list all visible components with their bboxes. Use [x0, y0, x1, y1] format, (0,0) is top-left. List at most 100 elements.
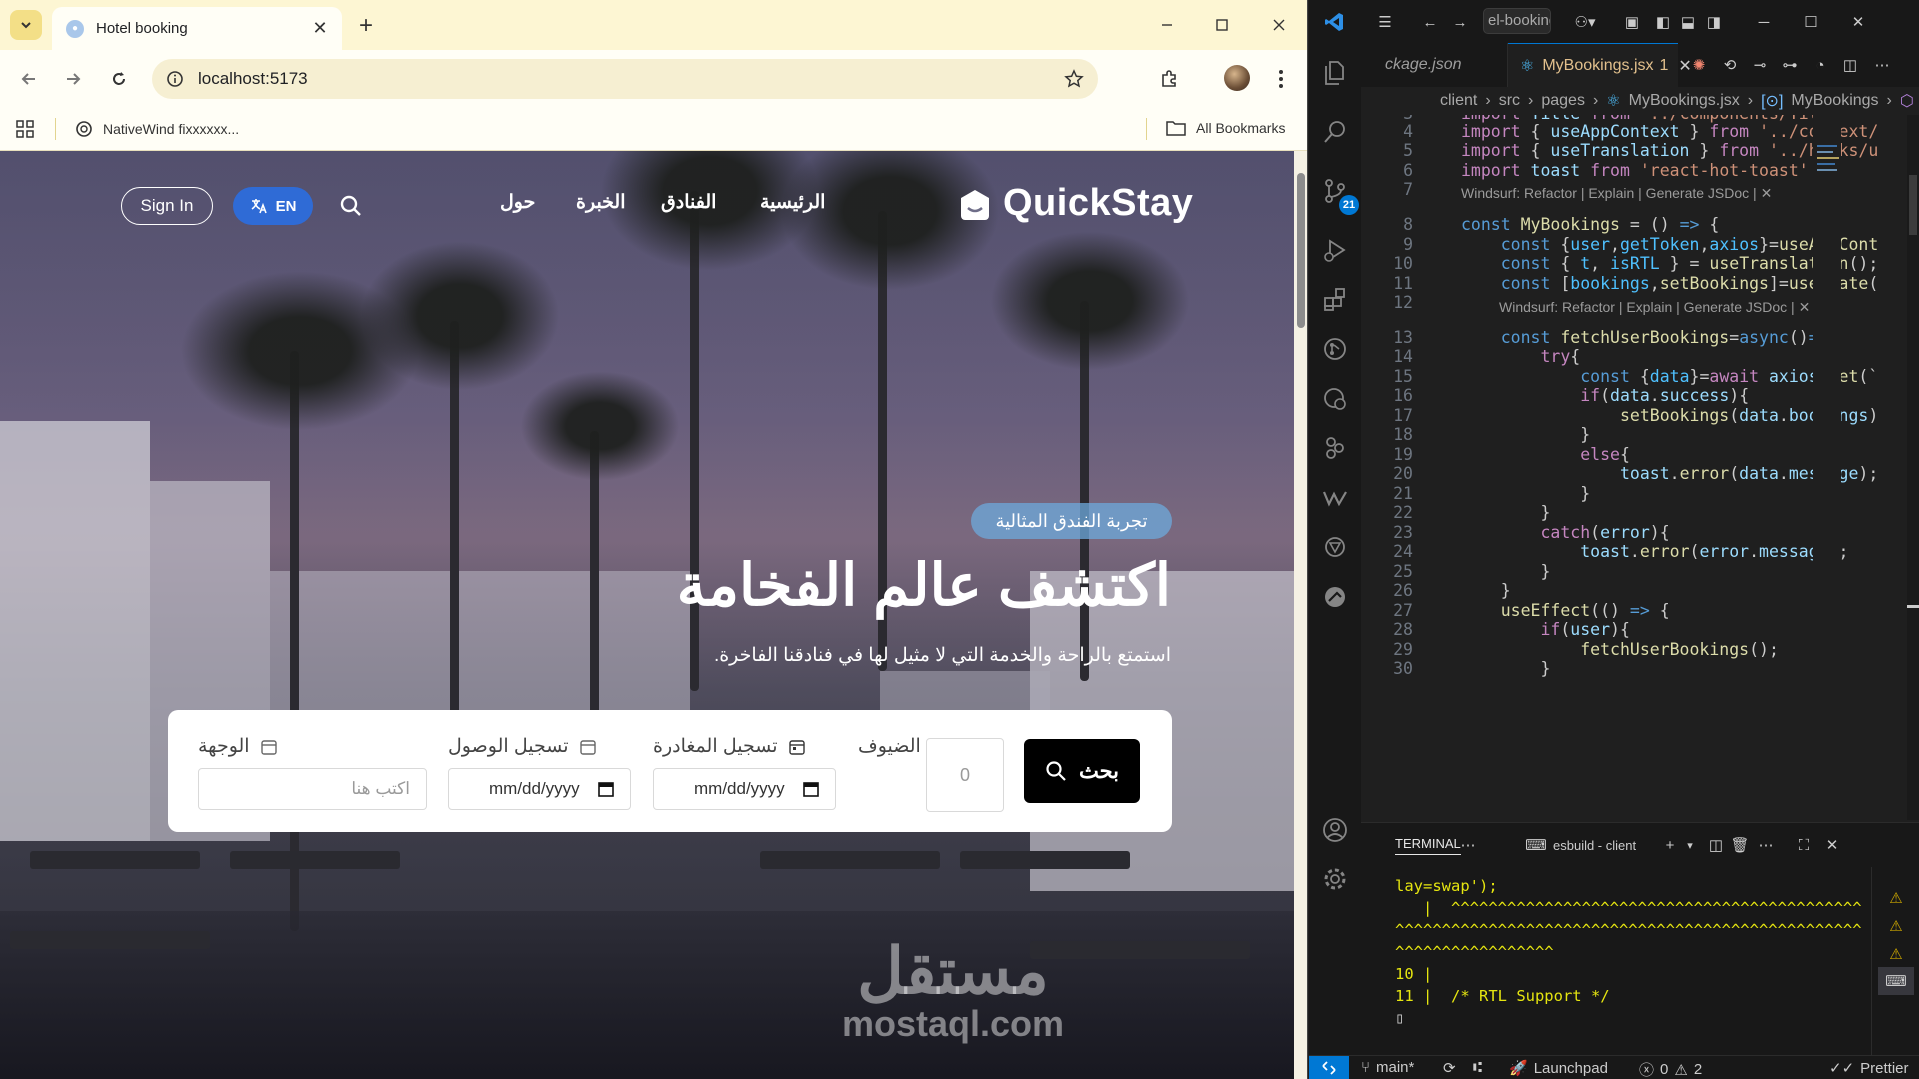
breadcrumb-item[interactable]: MyBookings	[1791, 92, 1878, 110]
warning-icon[interactable]: ⚠	[1885, 915, 1907, 937]
chevron-down-icon[interactable]: ▾	[1679, 834, 1701, 856]
more-actions-icon[interactable]: ⋯	[1871, 54, 1893, 76]
toggle-sidebar-icon[interactable]: ◧	[1652, 11, 1674, 33]
language-toggle-button[interactable]: EN	[233, 187, 313, 225]
trash-icon[interactable]: 🗑	[1729, 834, 1751, 856]
git-graph-icon[interactable]: ⑆	[1473, 1059, 1482, 1076]
remote-explorer-icon[interactable]	[1321, 385, 1349, 413]
more-actions-icon[interactable]: ⋯	[1457, 834, 1479, 856]
more-actions-icon[interactable]: ⋯	[1755, 834, 1777, 856]
browser-tab[interactable]: ● Hotel booking ✕	[52, 7, 342, 50]
previous-change-icon[interactable]: ⊸	[1749, 54, 1771, 76]
new-tab-button[interactable]: +	[352, 12, 380, 40]
sign-in-button[interactable]: Sign In	[121, 187, 213, 225]
run-debug-icon[interactable]	[1321, 236, 1349, 264]
minimize-icon[interactable]: ─	[1753, 11, 1775, 33]
close-panel-icon[interactable]: ✕	[1821, 834, 1843, 856]
database-client-icon[interactable]	[1321, 583, 1349, 611]
back-icon[interactable]	[14, 64, 44, 94]
bookmark-item[interactable]: NativeWind fixxxxxx...	[75, 120, 239, 138]
settings-gear-icon[interactable]	[1321, 865, 1349, 893]
page-scrollbar[interactable]	[1294, 151, 1307, 1079]
new-terminal-icon[interactable]: +	[1659, 834, 1681, 856]
hamburger-menu-icon[interactable]: ☰	[1374, 11, 1396, 33]
toggle-secondary-sidebar-icon[interactable]: ◨	[1703, 11, 1725, 33]
forward-icon[interactable]	[58, 64, 88, 94]
nav-back-icon[interactable]: ←	[1419, 11, 1441, 33]
close-window-icon[interactable]: ✕	[1847, 11, 1869, 33]
explorer-icon[interactable]	[1321, 59, 1349, 87]
nav-link-about[interactable]: حول	[500, 191, 535, 214]
apps-grid-icon[interactable]	[16, 120, 34, 138]
breadcrumb-item[interactable]: pages	[1541, 92, 1585, 110]
site-info-icon[interactable]	[166, 70, 184, 88]
destination-input[interactable]: اكتب هنا	[198, 768, 427, 810]
search-icon[interactable]	[338, 193, 364, 219]
breadcrumb-item[interactable]: client	[1440, 92, 1477, 110]
open-timeline-icon[interactable]: ◔	[1809, 54, 1831, 76]
guests-input[interactable]: 0	[926, 738, 1004, 812]
date-picker-icon[interactable]	[803, 781, 819, 797]
openai-icon[interactable]	[1321, 533, 1349, 561]
toggle-panel-icon[interactable]: ⬓	[1677, 11, 1699, 33]
next-change-icon[interactable]: ⊶	[1779, 54, 1801, 76]
site-logo[interactable]: QuickStay	[957, 182, 1193, 225]
tab-mybookings[interactable]: ⚛ MyBookings.jsx 1 ✕	[1508, 43, 1692, 87]
maximize-panel-icon[interactable]: ⛶	[1793, 834, 1815, 856]
accounts-icon[interactable]	[1321, 816, 1349, 844]
close-window-icon[interactable]	[1262, 10, 1296, 40]
search-icon[interactable]	[1321, 118, 1349, 146]
extensions-icon[interactable]	[1321, 286, 1349, 314]
extensions-icon[interactable]	[1154, 64, 1184, 94]
compare-changes-icon[interactable]: ⟲	[1719, 54, 1741, 76]
windsurf-codelens[interactable]: Windsurf: Refactor | Explain | Generate …	[1499, 299, 1810, 316]
breadcrumb-item[interactable]: src	[1499, 92, 1520, 110]
customize-layout-icon[interactable]: ▣	[1621, 11, 1643, 33]
launchpad[interactable]: 🚀 Launchpad	[1509, 1059, 1608, 1078]
checkin-date-input[interactable]: mm/dd/yyyy	[448, 768, 631, 810]
windsurf-codelens[interactable]: Windsurf: Refactor | Explain | Generate …	[1461, 185, 1772, 202]
minimize-icon[interactable]	[1150, 10, 1184, 40]
profile-avatar[interactable]	[1224, 65, 1250, 91]
command-center-search[interactable]: el-booking	[1483, 8, 1551, 34]
tab-package-json[interactable]: ckage.json	[1361, 43, 1508, 87]
editor-scrollbar[interactable]	[1907, 115, 1919, 820]
github-actions-icon[interactable]	[1321, 335, 1349, 363]
terminal-shell-name[interactable]: esbuild - client	[1553, 838, 1636, 853]
copilot-icon[interactable]: ⚇▾	[1567, 11, 1603, 33]
code-editor[interactable]: 3import Title from '../components/Title'…	[1361, 115, 1919, 820]
terminal-tab[interactable]: TERMINAL	[1395, 836, 1461, 855]
warning-icon[interactable]: ⚠	[1885, 887, 1907, 909]
tab-search-button[interactable]	[10, 10, 42, 40]
bookmark-star-icon[interactable]	[1064, 69, 1084, 89]
windsurf-chat-icon[interactable]: ✺	[1688, 54, 1710, 76]
reload-icon[interactable]	[104, 64, 134, 94]
terminal-instance-icon[interactable]: ⌨	[1878, 967, 1914, 995]
remote-indicator[interactable]	[1309, 1056, 1349, 1079]
gitlens-icon[interactable]	[1321, 434, 1349, 462]
breadcrumb-item[interactable]: MyBookings.jsx	[1629, 92, 1740, 110]
scrollbar-thumb[interactable]	[1297, 173, 1305, 328]
nav-link-hotels[interactable]: الفنادق	[661, 191, 716, 214]
git-branch[interactable]: ⑂ main*	[1361, 1059, 1414, 1076]
checkout-date-input[interactable]: mm/dd/yyyy	[653, 768, 836, 810]
all-bookmarks[interactable]: All Bookmarks	[1166, 120, 1285, 136]
nav-link-experience[interactable]: الخبرة	[576, 191, 626, 214]
split-editor-icon[interactable]: ◫	[1839, 54, 1861, 76]
windsurf-icon[interactable]	[1321, 484, 1349, 512]
date-picker-icon[interactable]	[598, 781, 614, 797]
split-terminal-icon[interactable]: ◫	[1705, 834, 1727, 856]
sync-icon[interactable]: ⟳	[1443, 1059, 1456, 1077]
warning-icon[interactable]: ⚠	[1885, 943, 1907, 965]
prettier-indicator[interactable]: ✓✓ Prettier	[1829, 1059, 1909, 1078]
nav-link-home[interactable]: الرئيسية	[760, 191, 825, 214]
maximize-icon[interactable]	[1205, 10, 1239, 40]
search-button[interactable]: بحث	[1024, 739, 1140, 803]
address-bar[interactable]: localhost:5173	[152, 59, 1098, 99]
terminal-output[interactable]: lay=swap'); | ^^^^^^^^^^^^^^^^^^^^^^^^^^…	[1395, 875, 1862, 1029]
menu-dots-icon[interactable]	[1266, 64, 1296, 94]
close-tab-icon[interactable]: ✕	[308, 17, 332, 41]
nav-forward-icon[interactable]: →	[1449, 11, 1471, 33]
maximize-icon[interactable]: ☐	[1800, 11, 1822, 33]
problems-indicator[interactable]: ⓧ 0 ⚠ 2	[1639, 1059, 1702, 1079]
